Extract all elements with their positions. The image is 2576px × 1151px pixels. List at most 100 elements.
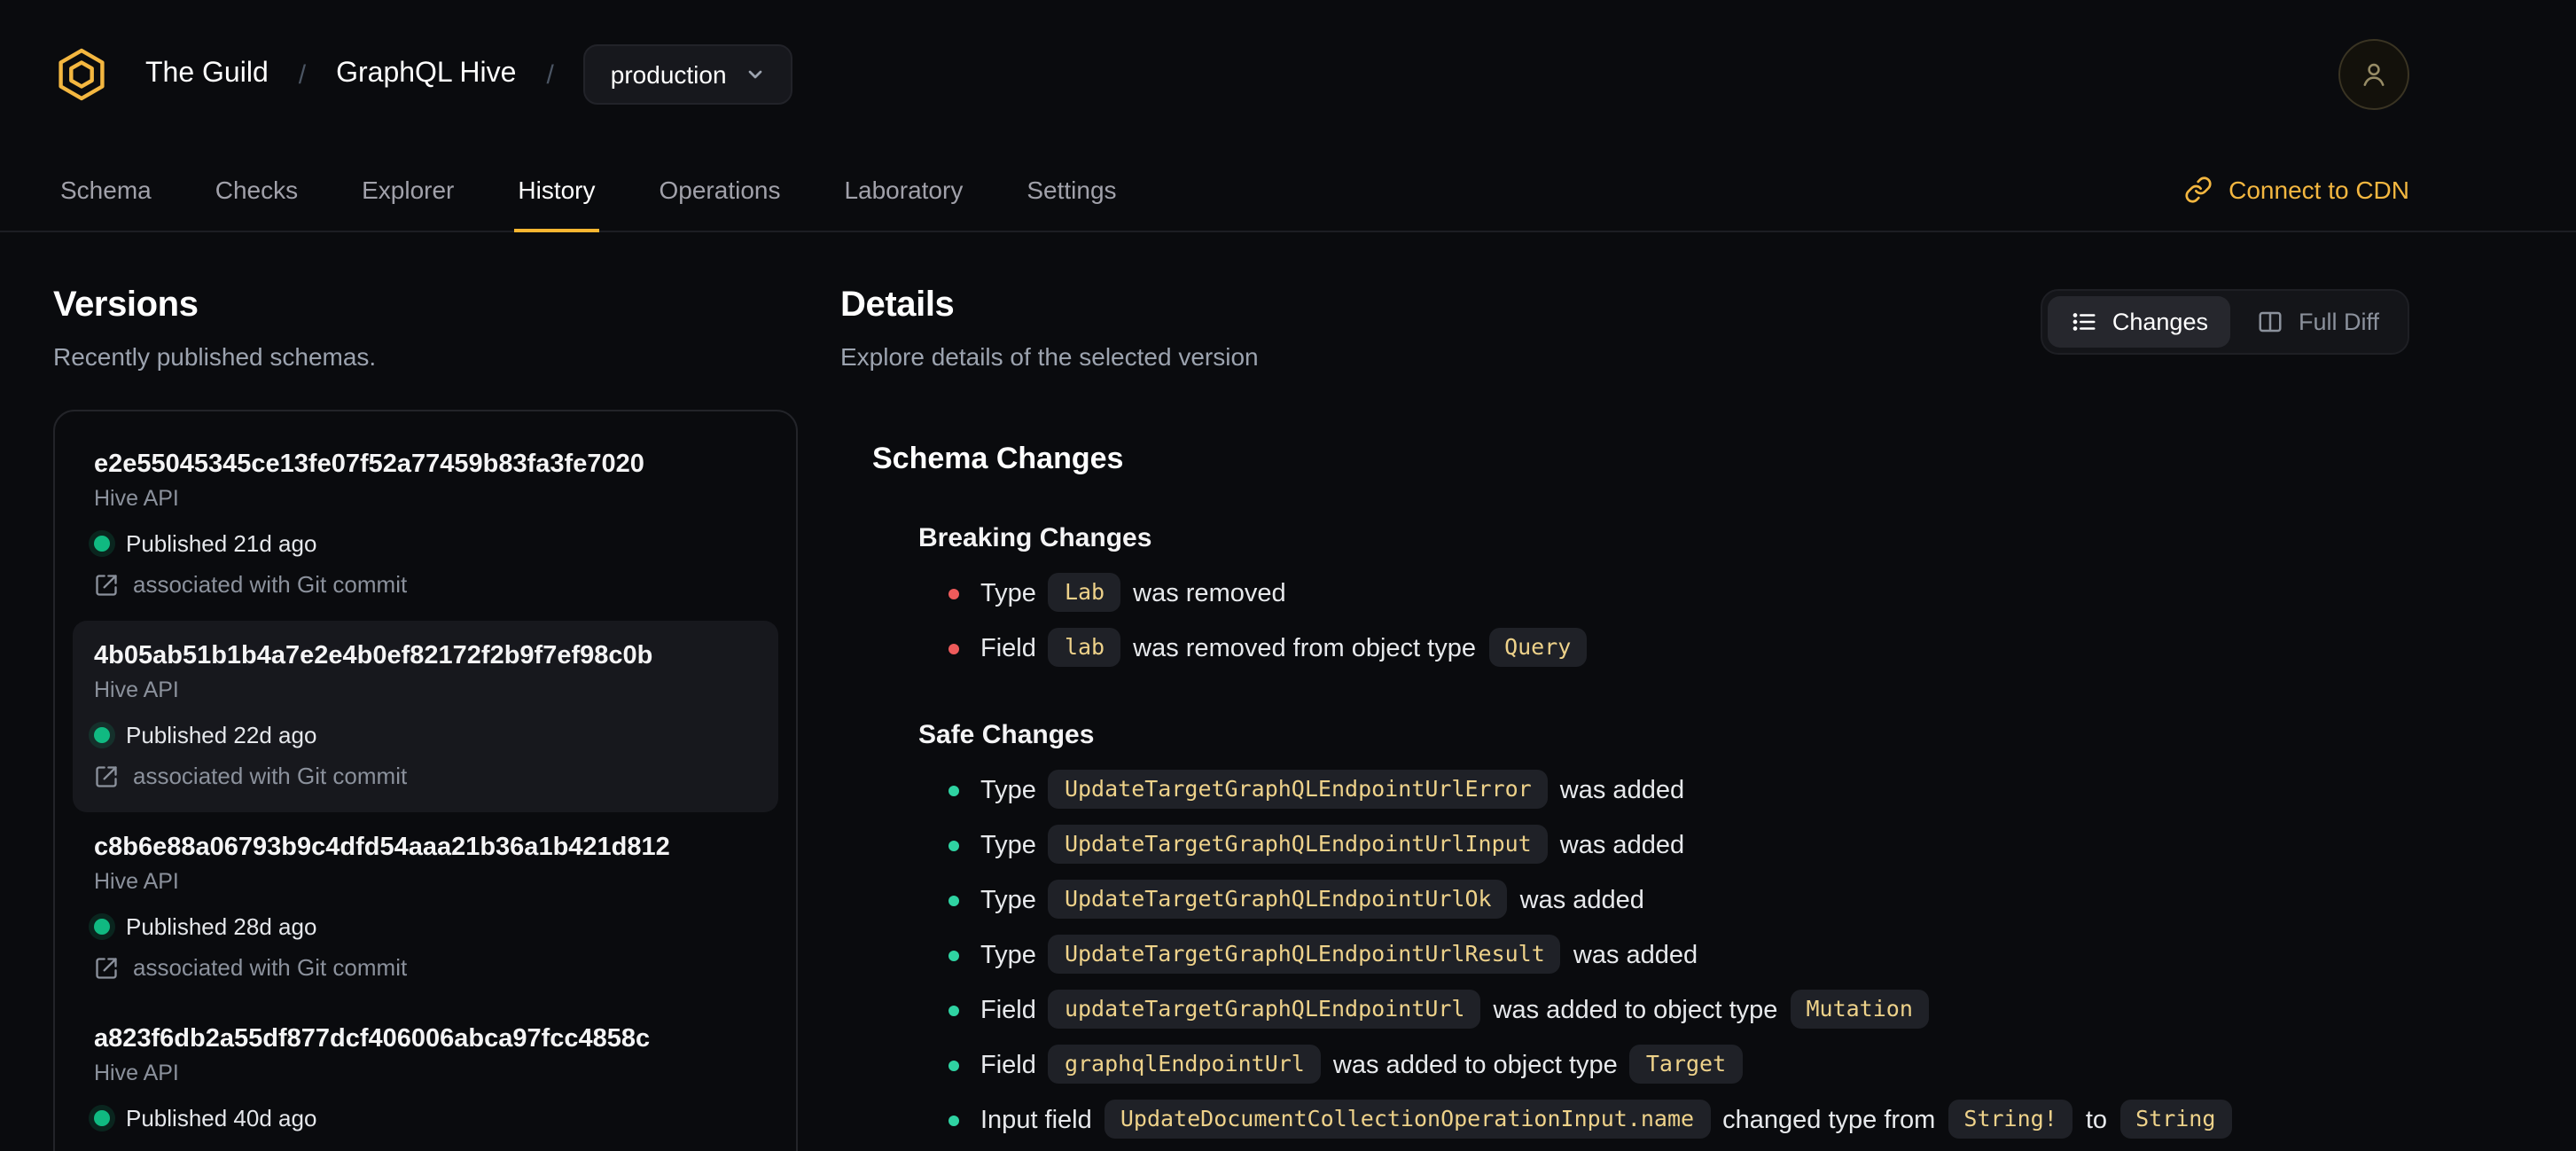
code-badge: lab [1048,628,1121,668]
version-published-status: Published 22d ago [94,722,757,748]
target-selector-value: production [610,60,727,89]
main-content: Versions Recently published schemas. e2e… [0,232,2576,1151]
breadcrumb-separator: / [298,59,307,90]
change-text: Type [980,777,1043,805]
details-heading-block: Details Explore details of the selected … [840,286,1259,371]
tab-operations[interactable]: Operations [656,149,785,232]
change-text: was added [1565,942,1698,970]
change-text: Type [980,887,1043,915]
change-item: Type UpdateTargetGraphQLEndpointUrlInput… [947,821,2409,871]
schema-changes-title: Schema Changes [872,442,1124,475]
code-badge: Mutation [1790,990,1929,1030]
tab-history[interactable]: History [514,149,599,232]
versions-list: e2e55045345ce13fe07f52a77459b83fa3fe7020… [53,410,798,1151]
external-link-icon [96,957,117,978]
change-text: Type [980,942,1043,970]
chevron-down-icon [745,64,766,85]
code-badge: UpdateTargetGraphQLEndpointUrlOk [1048,880,1508,920]
code-badge: String! [1948,1100,2073,1139]
published-label: Published 22d ago [126,722,317,748]
version-service: Hive API [94,677,179,702]
published-dot-icon [94,919,110,935]
versions-panel: Versions Recently published schemas. e2e… [53,286,798,1151]
git-association-label: associated with Git commit [133,571,408,598]
change-text: Field [980,997,1043,1025]
version-hash: 4b05ab51b1b4a7e2e4b0ef82172f2b9f7ef98c0b [94,642,653,670]
git-association-label: associated with Git commit [133,763,408,789]
change-item: Type Lab was removed [947,569,2409,619]
tab-laboratory[interactable]: Laboratory [840,149,966,232]
version-hash: a823f6db2a55df877dcf406006abca97fcc4858c [94,1025,651,1053]
code-badge: graphqlEndpointUrl [1048,1045,1321,1084]
target-selector[interactable]: production [583,44,792,105]
code-badge: Query [1488,628,1588,668]
change-text: changed type from [1715,1107,1943,1135]
code-badge: UpdateTargetGraphQLEndpointUrlError [1048,770,1548,810]
schema-changes-section: Schema Changes Breaking Changes Type Lab … [840,442,2409,1151]
code-badge: String [2119,1100,2232,1139]
published-dot-icon [94,1110,110,1126]
app-root: The Guild / GraphQL Hive / production Sc… [0,0,2576,1151]
tab-explorer[interactable]: Explorer [358,149,457,232]
details-panel: Details Explore details of the selected … [840,286,2409,1151]
version-service: Hive API [94,486,179,511]
main-nav: Schema Checks Explorer History Operations Lab… [0,149,2576,232]
change-group-safe: Safe Changes Type UpdateTargetGraphQLEndp… [872,720,2409,1151]
details-header: Details Explore details of the selected … [840,286,2409,371]
version-list-item[interactable]: e2e55045345ce13fe07f52a77459b83fa3fe7020… [73,429,778,621]
connect-to-cdn-link[interactable]: Connect to CDN [2184,149,2409,231]
version-git-association: associated with Git commit [94,571,757,598]
version-git-association: associated with Git commit [94,954,757,981]
view-toggle-full-diff[interactable]: Full Diff [2235,296,2402,348]
change-text: to [2078,1107,2115,1135]
tab-schema[interactable]: Schema [57,149,155,232]
change-group-breaking: Breaking Changes Type Lab was removed Fiel… [872,523,2409,674]
details-title: Details [840,286,955,325]
change-list: Type UpdateTargetGraphQLEndpointUrlError… [918,766,2409,1151]
change-text: was added to object type [1325,1052,1625,1080]
breadcrumb-project[interactable]: GraphQL Hive [336,59,516,90]
breadcrumb-org[interactable]: The Guild [145,59,269,90]
versions-subtitle: Recently published schemas. [53,342,377,371]
change-list: Type Lab was removed Field lab was remove… [918,569,2409,674]
change-text: Field [980,635,1043,663]
change-text: Field [980,1052,1043,1080]
change-text: Type [980,832,1043,860]
published-label: Published 40d ago [126,1105,317,1131]
view-toggle-group: Changes Full Diff [2041,289,2409,355]
code-badge: Lab [1048,573,1121,613]
published-label: Published 28d ago [126,913,317,940]
change-item: Field lab was removed from object type Q… [947,624,2409,674]
version-list-item[interactable]: a823f6db2a55df877dcf406006abca97fcc4858c… [73,1004,778,1151]
user-icon [2358,59,2390,90]
user-avatar[interactable] [2338,39,2409,110]
tab-checks[interactable]: Checks [212,149,301,232]
external-link-icon [96,574,117,595]
version-list-item[interactable]: c8b6e88a06793b9c4dfd54aaa21b36a1b421d812… [73,812,778,1004]
change-item: Type UpdateTargetGraphQLEndpointUrlResul… [947,931,2409,981]
version-service: Hive API [94,1061,179,1085]
published-dot-icon [94,536,110,552]
change-group-title: Safe Changes [918,720,1095,750]
version-published-status: Published 28d ago [94,913,757,940]
view-toggle-changes[interactable]: Changes [2048,296,2231,348]
nav-tabs: Schema Checks Explorer History Operations Lab… [57,149,1177,232]
hive-logo-icon [53,46,110,103]
change-groups: Breaking Changes Type Lab was removed Fiel… [872,523,2409,1151]
code-badge: Target [1629,1045,1743,1084]
list-icon [2073,313,2096,331]
version-service: Hive API [94,869,179,894]
toggle-label: Changes [2112,309,2208,335]
published-dot-icon [94,727,110,743]
change-text: was added to object type [1486,997,1785,1025]
change-text: Type [980,580,1043,608]
code-badge: UpdateTargetGraphQLEndpointUrlInput [1048,825,1548,865]
versions-title: Versions [53,286,199,325]
tab-settings[interactable]: Settings [1023,149,1120,232]
change-text: was added [1552,777,1685,805]
published-label: Published 21d ago [126,530,317,557]
change-item: Type UpdateTargetGraphQLEndpointUrlOk wa… [947,876,2409,926]
version-list-item[interactable]: 4b05ab51b1b4a7e2e4b0ef82172f2b9f7ef98c0b… [73,621,778,812]
code-badge: updateTargetGraphQLEndpointUrl [1048,990,1481,1030]
version-hash: e2e55045345ce13fe07f52a77459b83fa3fe7020 [94,450,644,479]
